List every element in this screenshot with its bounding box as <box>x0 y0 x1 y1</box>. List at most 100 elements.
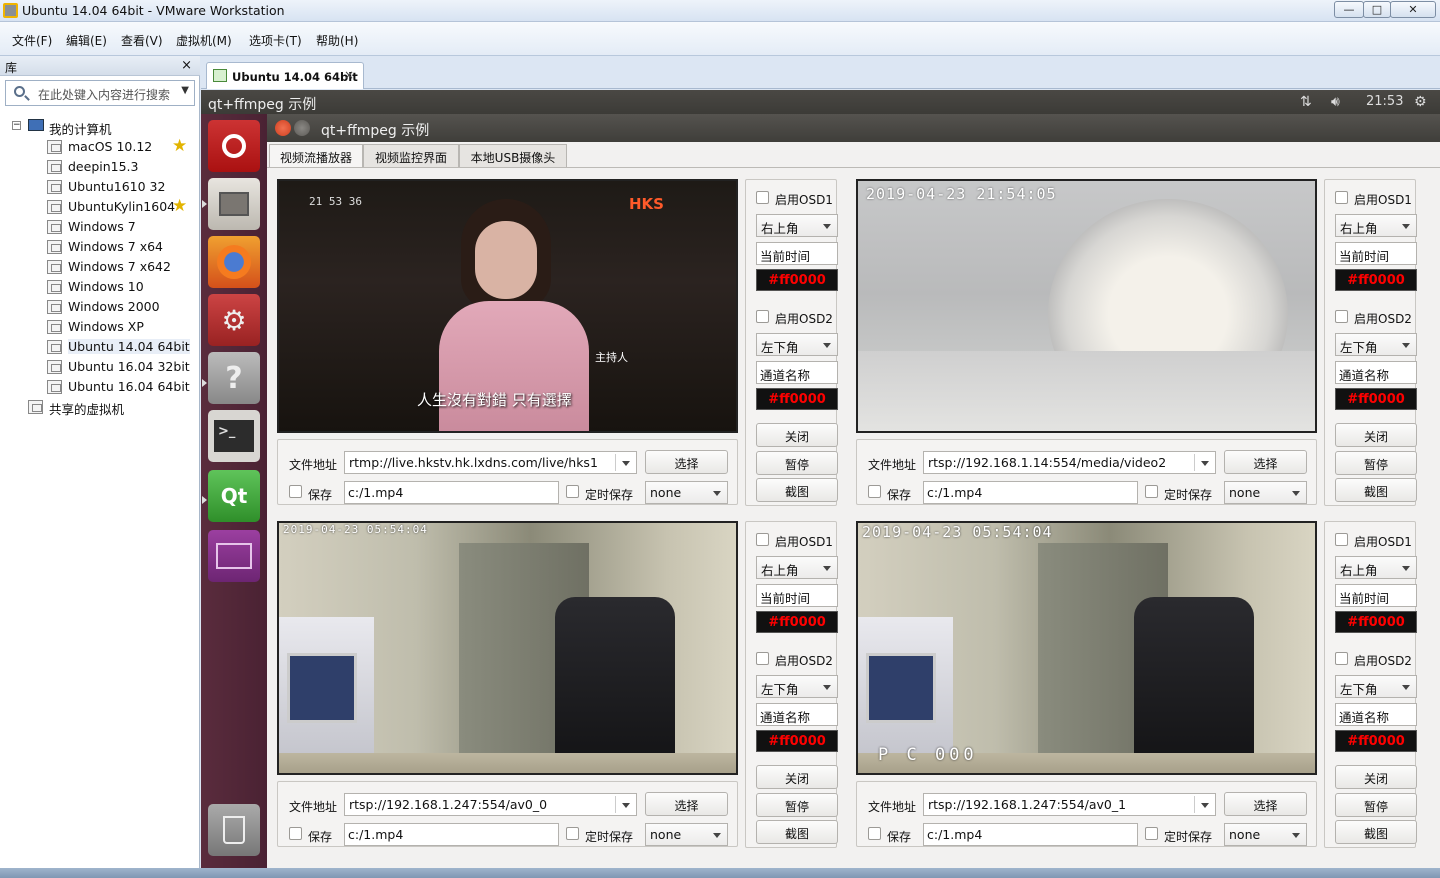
system-gear-icon[interactable]: ⚙ <box>1414 94 1427 110</box>
osd2-enable-checkbox[interactable] <box>756 310 769 323</box>
tree-vm-item[interactable]: UbuntuKylin1604 ★ <box>47 196 197 218</box>
minimize-button[interactable]: — <box>1334 1 1364 18</box>
pause-stream-button[interactable]: 暂停 <box>756 451 838 475</box>
ubuntu-dash-icon[interactable] <box>208 120 260 172</box>
menu-tabs[interactable]: 选项卡(T) <box>249 32 302 49</box>
save-checkbox[interactable] <box>868 827 881 840</box>
video-view[interactable]: 2019-04-23 21:54:05 <box>856 179 1317 433</box>
select-file-button[interactable]: 选择 <box>645 450 728 474</box>
workspace-icon[interactable] <box>208 530 260 582</box>
minimize-icon[interactable] <box>294 120 310 136</box>
trash-icon[interactable] <box>208 804 260 856</box>
save-path-input[interactable]: c:/1.mp4 <box>923 823 1138 846</box>
tree-vm-item[interactable]: Windows 10 <box>47 278 197 298</box>
osd2-position-select[interactable]: 左下角 <box>756 333 838 356</box>
close-stream-button[interactable]: 关闭 <box>1335 765 1417 789</box>
chevron-down-icon[interactable] <box>622 461 630 466</box>
stream-url-combo[interactable]: rtsp://192.168.1.247:554/av0_1 <box>923 793 1216 816</box>
menu-edit[interactable]: 编辑(E) <box>66 32 107 49</box>
chevron-down-icon[interactable] <box>823 343 831 348</box>
favorite-star-icon[interactable]: ★ <box>172 196 187 216</box>
network-icon[interactable]: ⇅ <box>1300 94 1312 110</box>
timed-save-select[interactable]: none <box>1224 823 1307 846</box>
system-settings-icon[interactable]: ⚙ <box>208 294 260 346</box>
menu-view[interactable]: 查看(V) <box>121 32 163 49</box>
select-file-button[interactable]: 选择 <box>645 792 728 816</box>
close-stream-button[interactable]: 关闭 <box>756 765 838 789</box>
search-dropdown-icon[interactable]: ▼ <box>181 85 189 96</box>
maximize-button[interactable]: □ <box>1363 1 1391 18</box>
collapse-icon[interactable]: − <box>12 121 21 130</box>
tree-vm-item[interactable]: Windows 7 <box>47 218 197 238</box>
stream-url-combo[interactable]: rtsp://192.168.1.247:554/av0_0 <box>344 793 637 816</box>
osd2-position-select[interactable]: 左下角 <box>1335 675 1417 698</box>
osd2-position-select[interactable]: 左下角 <box>1335 333 1417 356</box>
chevron-down-icon[interactable] <box>823 224 831 229</box>
save-checkbox[interactable] <box>868 485 881 498</box>
timed-save-select[interactable]: none <box>645 823 728 846</box>
osd1-text-input[interactable]: 当前时间 <box>1335 242 1417 265</box>
chevron-down-icon[interactable] <box>1402 685 1410 690</box>
osd2-color-button[interactable]: #ff0000 <box>756 388 838 410</box>
tree-vm-item[interactable]: macOS 10.12 ★ <box>47 136 197 158</box>
timed-save-checkbox[interactable] <box>566 485 579 498</box>
tree-vm-item[interactable]: Windows 7 x642 <box>47 258 197 278</box>
close-stream-button[interactable]: 关闭 <box>756 423 838 447</box>
osd1-position-select[interactable]: 右上角 <box>1335 214 1417 237</box>
tree-vm-item[interactable]: deepin15.3 <box>47 158 197 178</box>
osd1-enable-checkbox[interactable] <box>756 533 769 546</box>
vm-tab-close-button[interactable]: × <box>344 68 354 82</box>
chevron-down-icon[interactable] <box>713 491 721 496</box>
pause-stream-button[interactable]: 暂停 <box>1335 451 1417 475</box>
chevron-down-icon[interactable] <box>1201 803 1209 808</box>
menu-file[interactable]: 文件(F) <box>12 32 52 49</box>
osd1-color-button[interactable]: #ff0000 <box>1335 611 1417 633</box>
tree-vm-item[interactable]: Windows XP <box>47 318 197 338</box>
osd2-text-input[interactable]: 通道名称 <box>756 703 838 726</box>
tree-vm-item[interactable]: Ubuntu 16.04 64bit <box>47 378 197 398</box>
osd1-color-button[interactable]: #ff0000 <box>756 611 838 633</box>
qt-creator-icon[interactable]: Qt <box>208 470 260 522</box>
osd2-enable-checkbox[interactable] <box>1335 652 1348 665</box>
osd2-text-input[interactable]: 通道名称 <box>1335 703 1417 726</box>
tree-shared-vms[interactable]: 共享的虚拟机 <box>28 398 198 418</box>
tab-ubuntu-vm[interactable]: Ubuntu 14.04 64bit × <box>206 62 364 89</box>
close-stream-button[interactable]: 关闭 <box>1335 423 1417 447</box>
save-checkbox[interactable] <box>289 827 302 840</box>
firefox-icon[interactable] <box>208 236 260 288</box>
terminal-icon[interactable]: >_ <box>208 410 260 462</box>
osd1-enable-checkbox[interactable] <box>1335 191 1348 204</box>
tree-vm-item[interactable]: Windows 7 x64 <box>47 238 197 258</box>
library-search-input[interactable]: 在此处键入内容进行搜索 ▼ <box>5 80 195 106</box>
pause-stream-button[interactable]: 暂停 <box>756 793 838 817</box>
osd1-position-select[interactable]: 右上角 <box>756 556 838 579</box>
menu-help[interactable]: 帮助(H) <box>316 32 358 49</box>
snapshot-button[interactable]: 截图 <box>1335 478 1417 502</box>
osd2-color-button[interactable]: #ff0000 <box>1335 730 1417 752</box>
chevron-down-icon[interactable] <box>1292 491 1300 496</box>
chevron-down-icon[interactable] <box>1201 461 1209 466</box>
favorite-star-icon[interactable]: ★ <box>172 136 187 156</box>
osd1-position-select[interactable]: 右上角 <box>1335 556 1417 579</box>
files-icon[interactable] <box>208 178 260 230</box>
osd2-text-input[interactable]: 通道名称 <box>1335 361 1417 384</box>
video-view[interactable]: 2019-04-23 05:54:04 <box>277 521 738 775</box>
tab-stream-player[interactable]: 视频流播放器 <box>269 144 363 168</box>
chevron-down-icon[interactable] <box>823 566 831 571</box>
osd2-text-input[interactable]: 通道名称 <box>756 361 838 384</box>
timed-save-select[interactable]: none <box>645 481 728 504</box>
menu-vm[interactable]: 虚拟机(M) <box>176 32 232 49</box>
panel-clock[interactable]: 21:53 <box>1366 94 1403 109</box>
close-icon[interactable] <box>275 120 291 136</box>
chevron-down-icon[interactable] <box>713 833 721 838</box>
osd1-position-select[interactable]: 右上角 <box>756 214 838 237</box>
osd1-enable-checkbox[interactable] <box>756 191 769 204</box>
osd2-enable-checkbox[interactable] <box>1335 310 1348 323</box>
osd1-enable-checkbox[interactable] <box>1335 533 1348 546</box>
chevron-down-icon[interactable] <box>1402 224 1410 229</box>
save-checkbox[interactable] <box>289 485 302 498</box>
osd1-text-input[interactable]: 当前时间 <box>756 584 838 607</box>
osd1-color-button[interactable]: #ff0000 <box>756 269 838 291</box>
tree-vm-item[interactable]: Ubuntu 16.04 32bit <box>47 358 197 378</box>
volume-icon[interactable]: 🔊︎ <box>1331 94 1340 110</box>
